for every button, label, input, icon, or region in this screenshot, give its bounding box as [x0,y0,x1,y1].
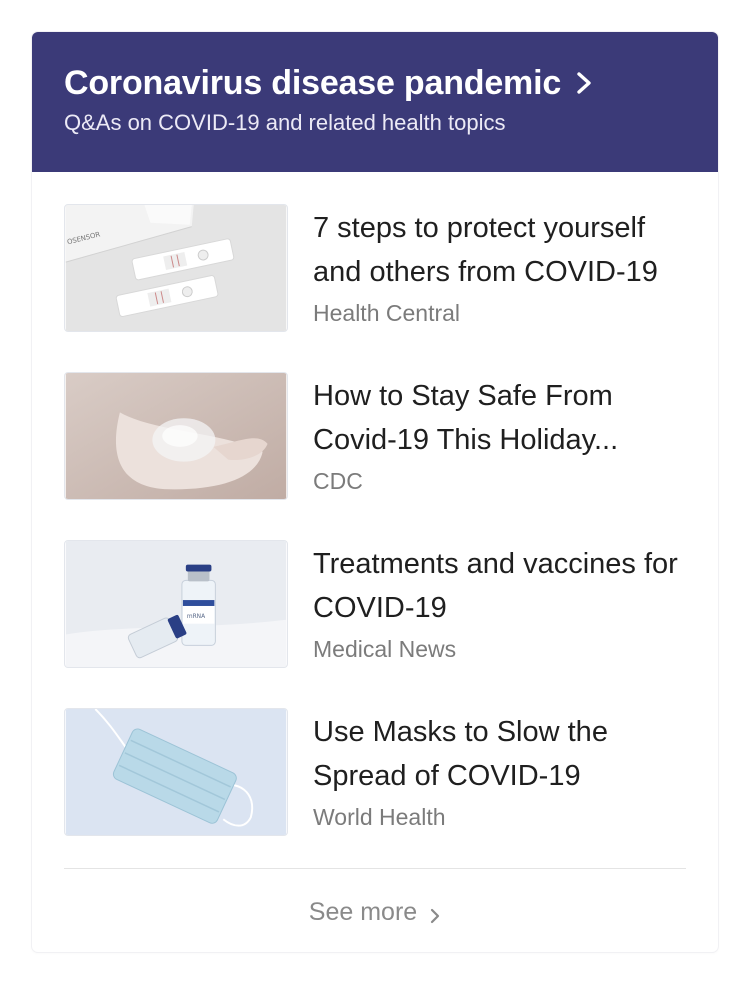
article-text: 7 steps to protect yourself and others f… [313,204,686,332]
covid-topic-card: Coronavirus disease pandemic Q&As on COV… [32,32,718,952]
article-title: How to Stay Safe From Covid-19 This Holi… [313,380,619,456]
see-more-label: See more [308,897,418,926]
hand-sanitizer-image [64,372,288,500]
article-title: Use Masks to Slow the Spread of COVID-19 [313,716,608,792]
card-header[interactable]: Coronavirus disease pandemic Q&As on COV… [32,32,718,172]
article-item[interactable]: mRNA Treatments and vaccines for COVID-1… [64,540,686,668]
svg-text:mRNA: mRNA [187,614,205,620]
chevron-right-icon [429,903,441,924]
article-source: CDC [313,468,363,494]
article-title: Treatments and vaccines for COVID-19 [313,548,678,624]
article-item[interactable]: How to Stay Safe From Covid-19 This Holi… [64,372,686,500]
article-source: World Health [313,804,446,830]
face-mask-image [64,708,288,836]
card-subtitle: Q&As on COVID-19 and related health topi… [64,110,506,135]
divider [64,868,686,869]
header-title-row: Coronavirus disease pandemic [64,32,686,103]
card-title: Coronavirus disease pandemic [64,64,562,102]
article-item[interactable]: OSENSOR 7 steps to protect yourself and … [64,204,686,332]
article-text: Treatments and vaccines for COVID-19 Med… [313,540,686,668]
test-kit-image: OSENSOR [64,204,288,332]
article-list: OSENSOR 7 steps to protect yourself and … [32,172,718,836]
article-text: How to Stay Safe From Covid-19 This Holi… [313,372,686,500]
article-source: Medical News [313,636,457,662]
article-item[interactable]: Use Masks to Slow the Spread of COVID-19… [64,708,686,836]
article-source: Health Central [313,300,461,326]
vaccine-vials-image: mRNA [64,540,288,668]
chevron-right-icon [575,71,593,95]
see-more-button[interactable]: See more [32,892,718,932]
article-title: 7 steps to protect yourself and others f… [313,212,658,288]
article-text: Use Masks to Slow the Spread of COVID-19… [313,708,686,836]
